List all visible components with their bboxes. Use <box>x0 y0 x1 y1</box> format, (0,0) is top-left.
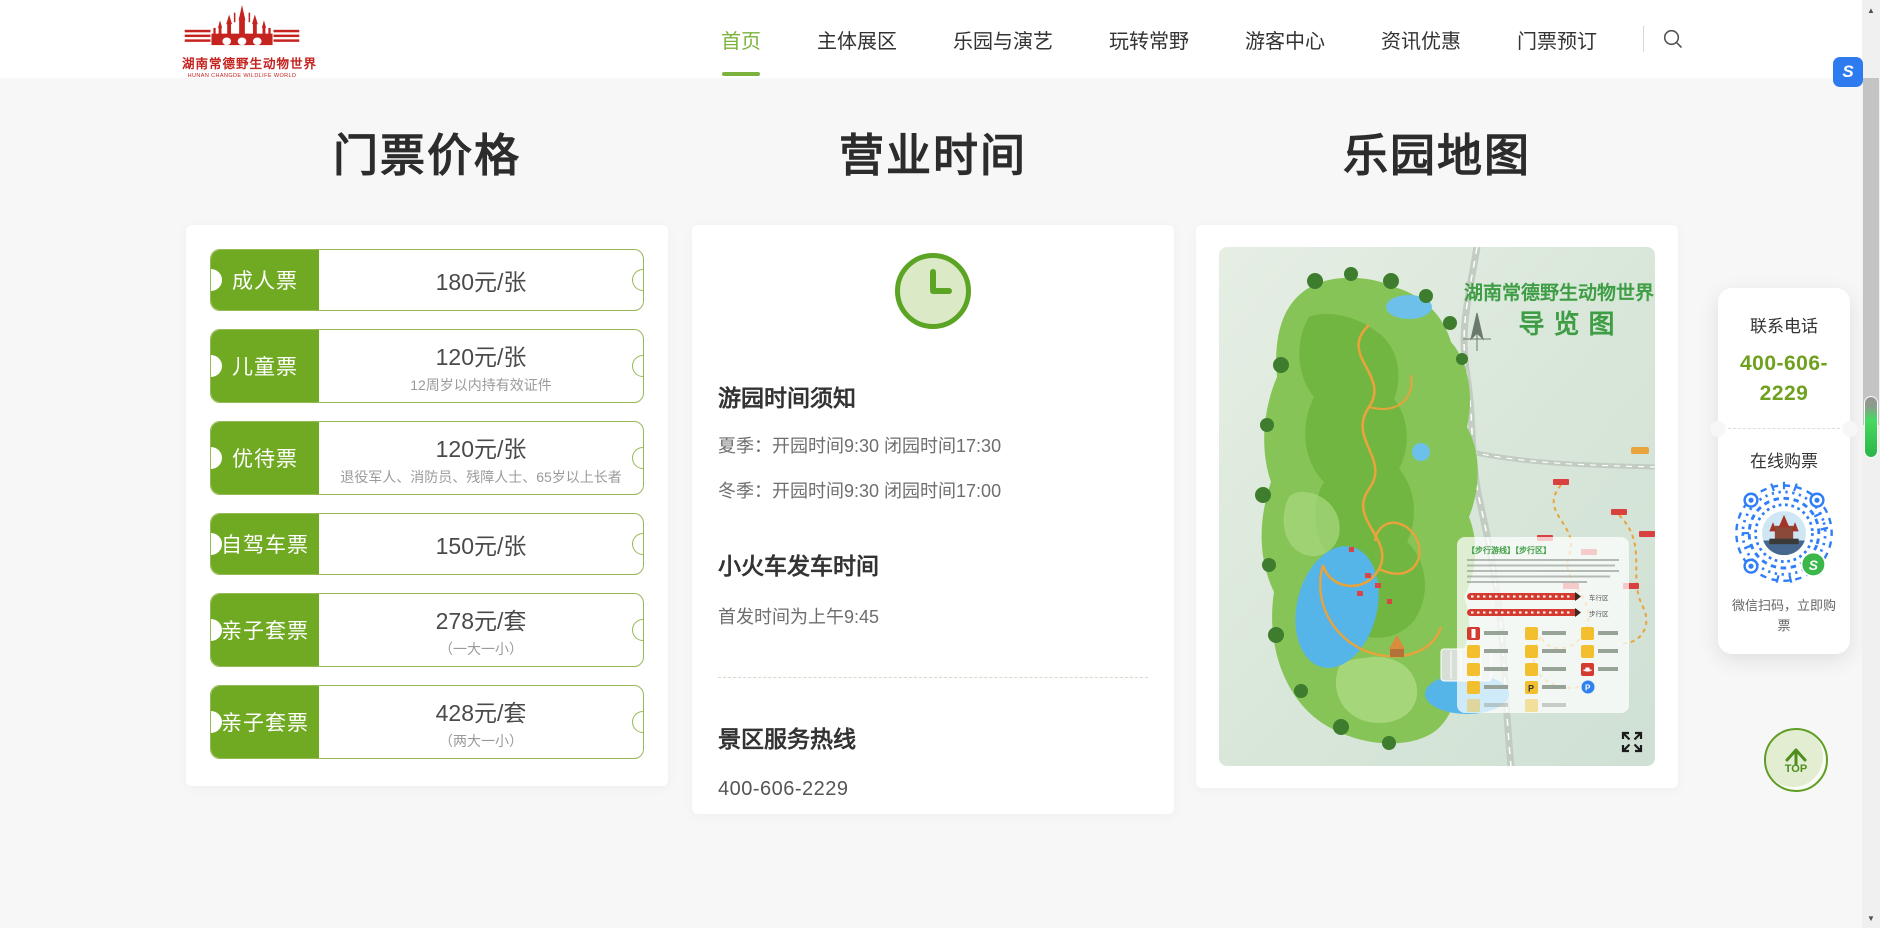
ticket-price: 278元/套 <box>436 602 527 636</box>
scrollbar-thumb[interactable] <box>1863 78 1879 425</box>
map-subtitle-text: 导览图 <box>1518 309 1623 339</box>
scroll-progress-indicator[interactable] <box>1864 396 1878 458</box>
ticket-prices-title: 门票价格 <box>186 120 668 192</box>
browser-scrollbar[interactable]: ▲ ▼ <box>1862 0 1880 928</box>
service-hotline-title: 景区服务热线 <box>718 720 1148 754</box>
visit-time-notice-title: 游园时间须知 <box>718 379 1148 413</box>
ticket-row-family-278[interactable]: 亲子套票 278元/套 （一大一小） <box>210 593 644 667</box>
ticket-note: （一大一小） <box>439 639 523 659</box>
legend-route-walk-label: 步行区 <box>1589 609 1609 618</box>
train-first-time: 首发时间为上午9:45 <box>718 603 1148 629</box>
ticket-name: 亲子套票 <box>211 686 319 758</box>
ticket-name: 优待票 <box>211 422 319 494</box>
ticket-price: 428元/套 <box>436 694 527 728</box>
logo-title-en: HUNAN CHANGDE WILDLIFE WORLD <box>182 73 302 79</box>
dashed-divider <box>718 677 1148 678</box>
site-logo[interactable]: 湖南常德野生动物世界 HUNAN CHANGDE WILDLIFE WORLD <box>182 5 302 79</box>
main-nav: 首页 主体展区 乐园与演艺 玩转常野 游客中心 资讯优惠 门票预订 <box>693 0 1692 78</box>
nav-divider <box>1643 26 1644 52</box>
ticket-note: 退役军人、消防员、残障人士、65岁以上长者 <box>340 467 622 487</box>
park-map-card: 湖南常德野生动物世界 导览图 【步行游线】【步行区】 车行区 <box>1196 225 1678 788</box>
online-ticket-label: 在线购票 <box>1728 447 1840 472</box>
section-ticket-prices: 门票价格 成人票 180元/张 儿童票 120元/张 12周岁以内持有效证件 优… <box>186 120 668 786</box>
ticket-name: 自驾车票 <box>211 514 319 574</box>
section-park-map: 乐园地图 <box>1196 120 1678 788</box>
guide-map-illustration: 湖南常德野生动物世界 导览图 【步行游线】【步行区】 车行区 <box>1219 247 1655 766</box>
qr-center-photo <box>1762 511 1806 555</box>
ticket-prices-card: 成人票 180元/张 儿童票 120元/张 12周岁以内持有效证件 优待票 12… <box>186 225 668 786</box>
business-hours-card: 游园时间须知 夏季：开园时间9:30 闭园时间17:30 冬季：开园时间9:30… <box>692 225 1174 814</box>
nav-item-news[interactable]: 资讯优惠 <box>1353 0 1489 78</box>
ticket-price: 180元/张 <box>436 263 527 297</box>
park-map-image[interactable]: 湖南常德野生动物世界 导览图 【步行游线】【步行区】 车行区 <box>1219 247 1655 766</box>
ticket-note: 12周岁以内持有效证件 <box>410 375 552 395</box>
contact-phone-number[interactable]: 400-606-2229 <box>1728 349 1840 410</box>
ticket-row-family-428[interactable]: 亲子套票 428元/套 （两大一小） <box>210 685 644 759</box>
nav-item-home[interactable]: 首页 <box>693 0 789 78</box>
service-hotline-number: 400-606-2229 <box>718 778 1148 801</box>
winter-hours: 冬季：开园时间9:30 闭园时间17:00 <box>718 477 1148 503</box>
nav-item-visitor-center[interactable]: 游客中心 <box>1217 0 1353 78</box>
ticket-name: 亲子套票 <box>211 594 319 666</box>
header: 湖南常德野生动物世界 HUNAN CHANGDE WILDLIFE WORLD … <box>0 0 1862 78</box>
svg-text:P: P <box>1585 684 1591 693</box>
ticket-row-concession[interactable]: 优待票 120元/张 退役军人、消防员、残障人士、65岁以上长者 <box>210 421 644 495</box>
ticket-note: （两大一小） <box>439 731 523 751</box>
park-map-title: 乐园地图 <box>1196 120 1678 192</box>
ticket-price: 150元/张 <box>436 527 527 561</box>
widget-divider <box>1718 428 1850 429</box>
section-business-hours: 营业时间 游园时间须知 夏季：开园时间9:30 闭园时间17:30 冬季：开园时… <box>692 120 1174 814</box>
back-to-top-button[interactable]: TOP <box>1764 728 1828 792</box>
ticket-name: 儿童票 <box>211 330 319 402</box>
logo-title-cn: 湖南常德野生动物世界 <box>182 53 302 72</box>
ticket-row-self-drive[interactable]: 自驾车票 150元/张 <box>210 513 644 575</box>
svg-text:S: S <box>1809 558 1819 573</box>
ticket-row-adult[interactable]: 成人票 180元/张 <box>210 249 644 311</box>
nav-item-booking[interactable]: 门票预订 <box>1489 0 1625 78</box>
ticket-name: 成人票 <box>211 250 319 310</box>
search-button[interactable] <box>1654 20 1692 58</box>
svg-text:P: P <box>1528 684 1534 694</box>
map-legend-title: 【步行游线】【步行区】 <box>1467 545 1551 555</box>
arrow-up-icon <box>1781 745 1811 765</box>
qr-caption: 微信扫码，立即购票 <box>1728 596 1840 636</box>
nav-item-exhibits[interactable]: 主体展区 <box>789 0 925 78</box>
map-legend: 【步行游线】【步行区】 车行区 步行区 <box>1457 537 1629 713</box>
legend-route-drive-label: 车行区 <box>1589 593 1609 602</box>
nav-item-play[interactable]: 玩转常野 <box>1081 0 1217 78</box>
business-hours-title: 营业时间 <box>692 120 1174 192</box>
clock-icon <box>895 253 971 329</box>
ticket-price: 120元/张 <box>436 338 527 372</box>
extension-badge[interactable]: S <box>1833 57 1863 87</box>
wechat-qr-code[interactable]: S <box>1729 480 1839 590</box>
nav-item-shows[interactable]: 乐园与演艺 <box>925 0 1081 78</box>
ticket-price: 120元/张 <box>436 430 527 464</box>
fullscreen-expand-icon <box>1619 729 1645 755</box>
search-icon <box>1662 28 1684 50</box>
scrollbar-up-arrow[interactable]: ▲ <box>1862 2 1880 18</box>
train-time-title: 小火车发车时间 <box>718 547 1148 581</box>
castle-logo-icon <box>184 5 300 47</box>
contact-phone-label: 联系电话 <box>1728 312 1840 337</box>
map-title-text: 湖南常德野生动物世界 <box>1464 281 1654 304</box>
back-to-top-label: TOP <box>1785 763 1807 775</box>
scrollbar-down-arrow[interactable]: ▼ <box>1862 910 1880 926</box>
contact-widget: 联系电话 400-606-2229 在线购票 <box>1718 288 1850 654</box>
summer-hours: 夏季：开园时间9:30 闭园时间17:30 <box>718 432 1148 458</box>
ticket-row-child[interactable]: 儿童票 120元/张 12周岁以内持有效证件 <box>210 329 644 403</box>
map-fullscreen-button[interactable] <box>1617 728 1647 758</box>
wechat-logo-badge: S <box>1801 552 1825 576</box>
